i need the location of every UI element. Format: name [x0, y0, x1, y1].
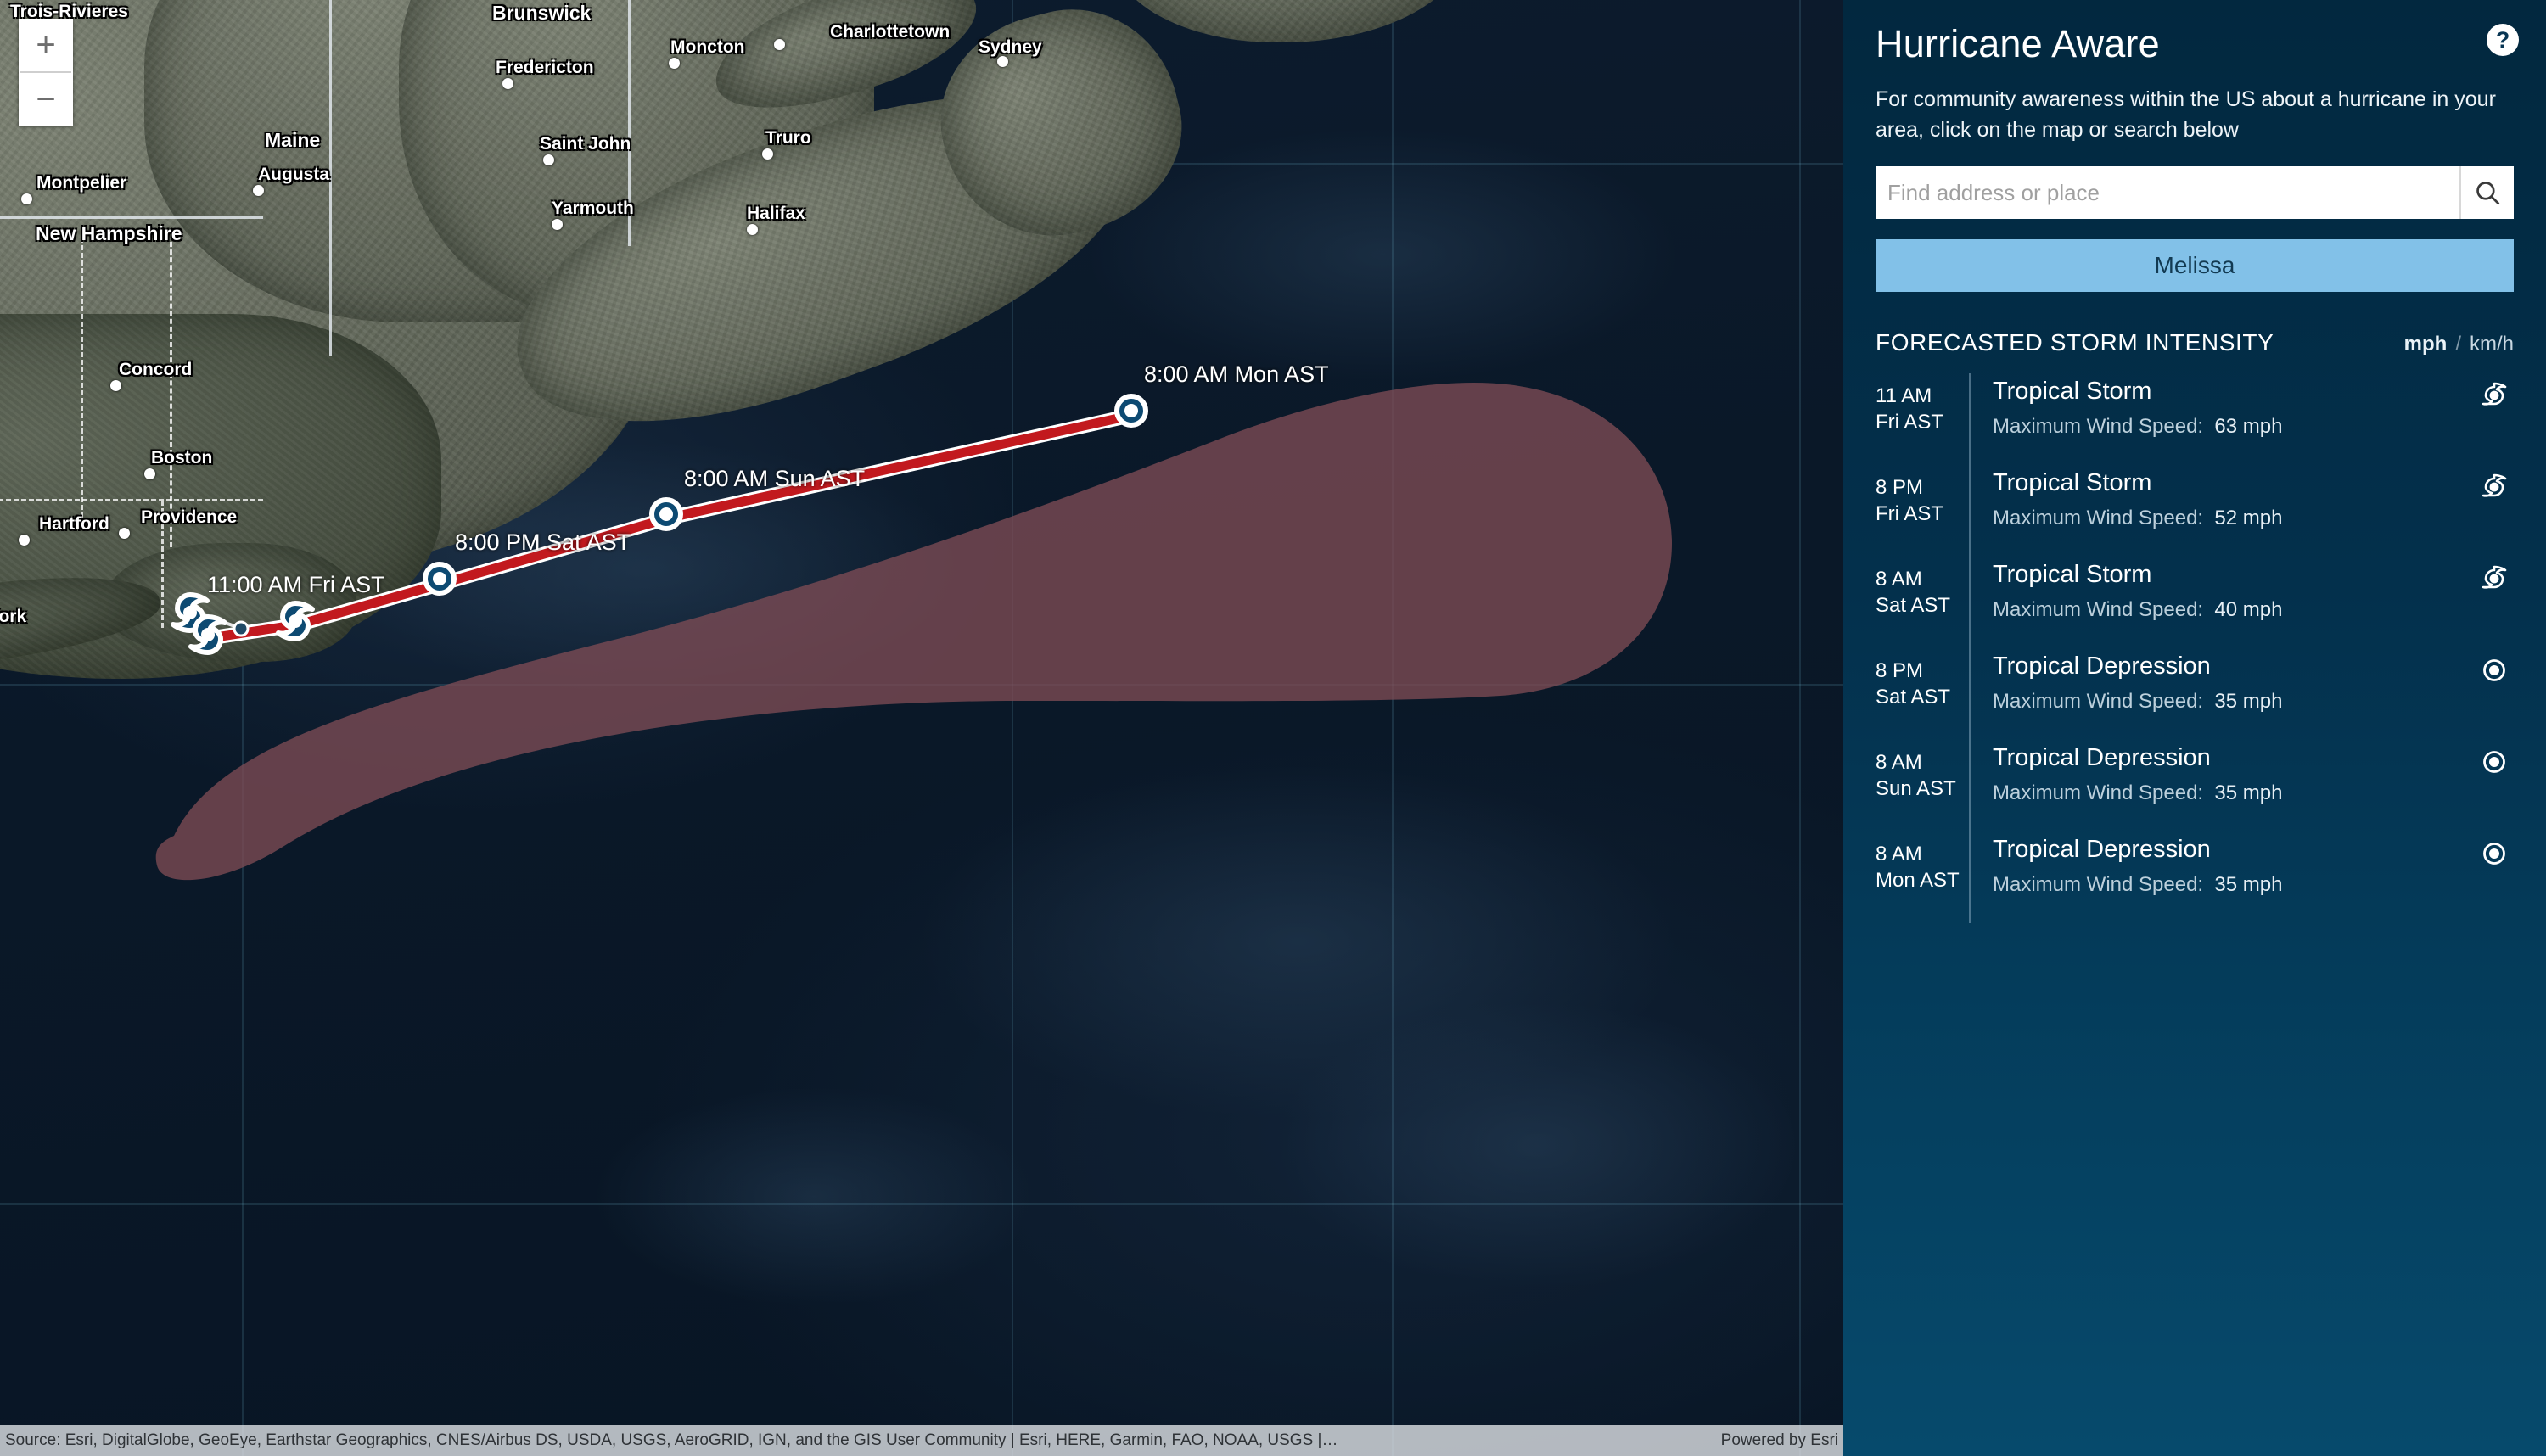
forecast-section-header: FORECASTED STORM INTENSITY mph / km/h: [1876, 329, 2514, 356]
forecast-time: 8 AM Sun AST: [1876, 740, 1969, 802]
forecast-time-zone: Fri AST: [1876, 410, 1944, 434]
forecast-time-hour: 8 AM: [1876, 568, 1922, 591]
forecast-row-divider: [1969, 373, 1971, 465]
tropical-storm-icon: [2482, 565, 2507, 589]
map-place-dot: [774, 39, 785, 50]
units-toggle[interactable]: mph / km/h: [2404, 333, 2514, 356]
forecast-category: Tropical Storm: [1993, 378, 2152, 405]
forecast-row-divider: [1969, 465, 1971, 557]
forecast-row-divider: [1969, 557, 1971, 648]
forecast-time-zone: Fri AST: [1876, 501, 1944, 525]
forecast-time-zone: Sat AST: [1876, 593, 1951, 617]
forecast-wind-speed: Maximum Wind Speed: 35 mph: [1993, 872, 2283, 896]
forecast-status-icon: [2475, 648, 2514, 687]
panel-description: For community awareness within the US ab…: [1876, 87, 2496, 142]
search-input[interactable]: [1876, 166, 2459, 219]
forecast-row[interactable]: 8 AM Sun AST Tropical Depression Maximum…: [1876, 740, 2514, 832]
forecast-row[interactable]: 8 PM Sat AST Tropical Depression Maximum…: [1876, 648, 2514, 740]
graticule-line: [0, 1203, 1843, 1205]
hurricane-aware-app: Trois-Rivieres Brunswick Moncton Charlottet…: [0, 0, 2546, 1456]
attribution-source: Source: Esri, DigitalGlobe, GeoEye, Eart…: [5, 1431, 1338, 1449]
forecast-row[interactable]: 8 PM Fri AST Tropical Storm Maximum Wind…: [1876, 465, 2514, 557]
forecast-list: 11 AM Fri AST Tropical Storm Maximum Win…: [1876, 373, 2514, 923]
tropical-depression-icon: [2483, 843, 2505, 865]
storm-select-button[interactable]: Melissa: [1876, 239, 2514, 292]
map-attribution-bar: Source: Esri, DigitalGlobe, GeoEye, Eart…: [0, 1425, 1843, 1456]
forecast-row[interactable]: 8 AM Mon AST Tropical Depression Maximum…: [1876, 832, 2514, 923]
forecast-time-zone: Sun AST: [1876, 776, 1956, 800]
graticule-line: [1392, 0, 1394, 1456]
map-place-dot: [502, 78, 513, 89]
forecast-row[interactable]: 8 AM Sat AST Tropical Storm Maximum Wind…: [1876, 557, 2514, 648]
page-title: Hurricane Aware: [1876, 22, 2160, 65]
forecast-category: Tropical Storm: [1993, 469, 2152, 496]
tropical-storm-icon: [2482, 382, 2507, 406]
map-place-dot: [119, 528, 130, 539]
forecast-row-divider: [1969, 648, 1971, 740]
forecast-time-hour: 8 PM: [1876, 659, 1924, 682]
forecast-category: Tropical Depression: [1993, 744, 2211, 771]
search-bar[interactable]: [1876, 166, 2514, 219]
forecast-row-divider: [1969, 832, 1971, 923]
search-icon[interactable]: [2459, 166, 2514, 219]
forecast-wind-speed: Maximum Wind Speed: 35 mph: [1993, 781, 2283, 804]
forecast-row[interactable]: 11 AM Fri AST Tropical Storm Maximum Win…: [1876, 373, 2514, 465]
forecast-category: Tropical Depression: [1993, 836, 2211, 863]
map-place-dot: [762, 148, 773, 160]
forecast-wind-speed: Maximum Wind Speed: 35 mph: [1993, 689, 2283, 713]
forecast-wind-speed: Maximum Wind Speed: 52 mph: [1993, 506, 2283, 529]
map-place-dot: [21, 193, 32, 204]
forecast-time-hour: 8 PM: [1876, 476, 1924, 499]
forecast-time-zone: Sat AST: [1876, 685, 1951, 708]
map-place-dot: [747, 224, 758, 235]
forecast-time: 8 PM Fri AST: [1876, 465, 1969, 527]
forecast-time-zone: Mon AST: [1876, 868, 1960, 892]
forecast-time: 8 AM Sat AST: [1876, 557, 1969, 619]
forecast-status-icon: [2475, 465, 2514, 504]
map-place-dot: [110, 380, 121, 391]
tropical-depression-icon: [2483, 659, 2505, 681]
tropical-storm-icon: [2482, 473, 2507, 497]
forecast-row-divider: [1969, 740, 1971, 832]
forecast-wind-speed: Maximum Wind Speed: 40 mph: [1993, 597, 2283, 621]
map-place-dot: [253, 185, 264, 196]
map-place-dot: [144, 468, 155, 479]
map-place-dot: [552, 219, 563, 230]
units-mph-option[interactable]: mph: [2404, 333, 2448, 356]
units-kmh-option[interactable]: km/h: [2470, 333, 2514, 356]
forecast-status-icon: [2475, 557, 2514, 596]
forecast-time-hour: 8 AM: [1876, 843, 1922, 865]
map-place-dot: [19, 535, 30, 546]
section-title: FORECASTED STORM INTENSITY: [1876, 329, 2274, 356]
powered-by-esri: Powered by Esri: [1720, 1431, 1838, 1449]
zoom-in-button[interactable]: +: [19, 19, 73, 71]
zoom-controls[interactable]: + −: [19, 19, 73, 126]
forecast-time: 8 AM Mon AST: [1876, 832, 1969, 893]
zoom-out-button[interactable]: −: [19, 73, 73, 126]
forecast-time-hour: 11 AM: [1876, 384, 1932, 407]
help-icon[interactable]: ?: [2487, 24, 2519, 56]
map-place-dot: [669, 58, 680, 69]
map-place-dot: [997, 56, 1008, 67]
tropical-depression-icon: [2483, 751, 2505, 773]
forecast-status-icon: [2475, 832, 2514, 871]
units-separator: /: [2455, 333, 2461, 356]
forecast-time: 11 AM Fri AST: [1876, 373, 1969, 435]
forecast-time-hour: 8 AM: [1876, 751, 1922, 774]
graticule-line: [0, 684, 1843, 686]
forecast-status-icon: [2475, 740, 2514, 779]
graticule-line: [1799, 0, 1801, 1456]
info-panel: ? Hurricane Aware For community awarenes…: [1843, 0, 2546, 1456]
forecast-category: Tropical Storm: [1993, 561, 2152, 588]
map-canvas[interactable]: Trois-Rivieres Brunswick Moncton Charlottet…: [0, 0, 1843, 1456]
map-place-dot: [543, 154, 554, 165]
forecast-category: Tropical Depression: [1993, 652, 2211, 680]
forecast-wind-speed: Maximum Wind Speed: 63 mph: [1993, 414, 2283, 438]
forecast-time: 8 PM Sat AST: [1876, 648, 1969, 710]
forecast-status-icon: [2475, 373, 2514, 412]
